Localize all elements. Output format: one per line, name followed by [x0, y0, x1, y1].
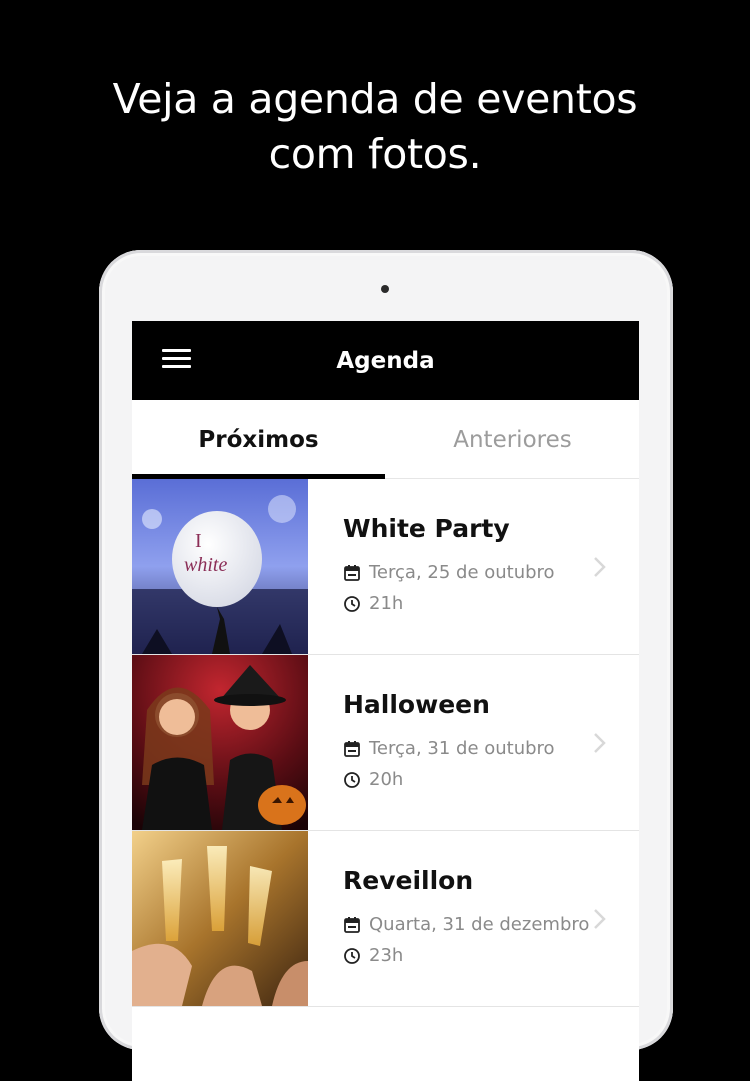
- svg-text:I: I: [195, 530, 202, 552]
- event-photo-halloween: [132, 655, 308, 830]
- event-date-row: Terça, 31 de outubro: [343, 738, 555, 759]
- clock-icon: [344, 947, 360, 964]
- event-time: 23h: [369, 945, 404, 966]
- event-time-row: 23h: [343, 945, 403, 966]
- event-date: Terça, 31 de outubro: [369, 738, 555, 759]
- event-title: Reveillon: [343, 866, 474, 895]
- tablet-device: Agenda Próximos Anteriores I white White…: [99, 250, 673, 1081]
- tab-bar: Próximos Anteriores: [132, 400, 639, 479]
- event-list: I white White Party Terça, 25 de outubro: [132, 479, 639, 1007]
- tab-anteriores[interactable]: Anteriores: [386, 400, 639, 479]
- event-item-reveillon[interactable]: Reveillon Quarta, 31 de dezembro 23h: [132, 831, 639, 1007]
- clock-icon: [344, 595, 360, 612]
- calendar-icon: [344, 916, 360, 933]
- promo-headline: Veja a agenda de eventos com fotos.: [0, 72, 750, 182]
- headline-line-1: Veja a agenda de eventos: [112, 75, 638, 123]
- event-date-row: Quarta, 31 de dezembro: [343, 914, 589, 935]
- event-title: White Party: [343, 514, 510, 543]
- chevron-right-icon: [594, 733, 606, 753]
- chevron-right-icon: [594, 557, 606, 577]
- event-photo-reveillon: [132, 831, 308, 1006]
- app-screen: Agenda Próximos Anteriores I white White…: [132, 321, 639, 1081]
- event-item-white-party[interactable]: I white White Party Terça, 25 de outubro: [132, 479, 639, 655]
- app-bar: Agenda: [132, 321, 639, 400]
- calendar-icon: [344, 564, 360, 581]
- event-date: Terça, 25 de outubro: [369, 562, 555, 583]
- event-time: 20h: [369, 769, 404, 790]
- chevron-right-icon: [594, 909, 606, 929]
- headline-line-2: com fotos.: [268, 130, 482, 178]
- event-time-row: 21h: [343, 593, 403, 614]
- event-item-halloween[interactable]: Halloween Terça, 31 de outubro 20h: [132, 655, 639, 831]
- tab-proximos[interactable]: Próximos: [132, 400, 385, 479]
- page-title: Agenda: [336, 348, 435, 374]
- tablet-camera: [381, 285, 389, 293]
- clock-icon: [344, 771, 360, 788]
- event-time: 21h: [369, 593, 404, 614]
- svg-text:white: white: [184, 554, 227, 576]
- event-time-row: 20h: [343, 769, 403, 790]
- event-date-row: Terça, 25 de outubro: [343, 562, 555, 583]
- event-date: Quarta, 31 de dezembro: [369, 914, 590, 935]
- event-photo-party: I white: [132, 479, 308, 654]
- calendar-icon: [344, 740, 360, 757]
- hamburger-menu-icon[interactable]: [154, 343, 191, 379]
- event-title: Halloween: [343, 690, 490, 719]
